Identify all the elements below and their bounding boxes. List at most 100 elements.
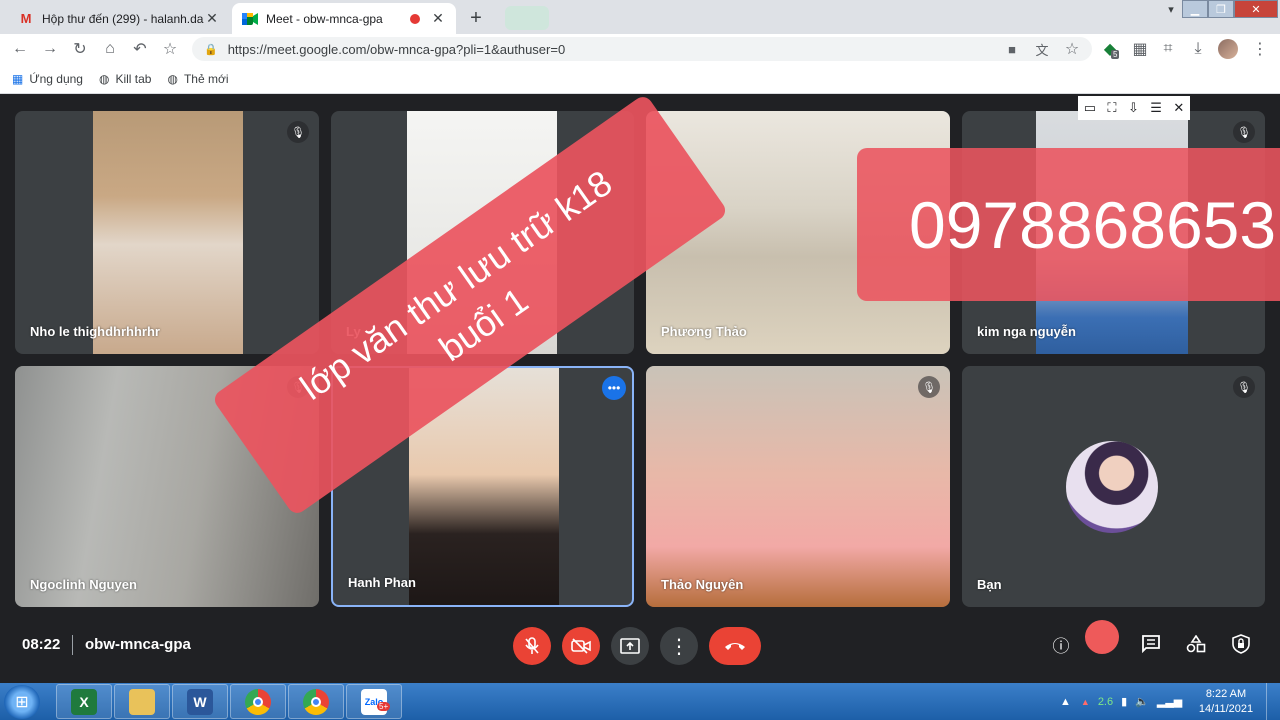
profile-avatar[interactable]	[1218, 39, 1238, 59]
more-options-button[interactable]: ⋮	[660, 627, 698, 665]
host-controls-icon[interactable]	[1228, 631, 1254, 657]
avatar	[1066, 441, 1158, 533]
close-tab-icon[interactable]: ✕	[204, 10, 220, 27]
bookmark-apps[interactable]: ▦ Ứng dụng	[12, 72, 83, 86]
globe-icon: ◍	[167, 71, 178, 86]
meeting-time: 08:22	[22, 636, 61, 653]
more-vert-icon: ⋮	[669, 635, 689, 658]
camera-off-icon	[571, 638, 591, 654]
window-close-button[interactable]: ✕	[1234, 0, 1278, 18]
maximize-button[interactable]: ❐	[1208, 0, 1234, 18]
extension-badge: 5	[1111, 50, 1120, 59]
volume-icon[interactable]: 🔈	[1135, 695, 1149, 708]
tab-preview-thumbnail	[505, 6, 549, 30]
star-icon[interactable]: ☆	[1062, 39, 1082, 59]
crop-icon[interactable]: ⌗	[1158, 39, 1178, 59]
reload-icon[interactable]: ↻	[70, 39, 90, 59]
download-icon[interactable]: ⇩	[1128, 100, 1139, 116]
pip-icon[interactable]: ▭	[1084, 100, 1096, 116]
mic-muted-icon: 🎙	[918, 376, 940, 398]
menu-kebab-icon[interactable]: ⋮	[1250, 39, 1270, 59]
close-icon[interactable]: ✕	[1173, 100, 1184, 116]
participant-tile[interactable]: 🎙 Thảo Nguyên	[646, 366, 950, 607]
mic-muted-icon: 🎙	[287, 121, 309, 143]
participant-name: Bạn	[977, 577, 1002, 592]
excel-icon: X	[71, 688, 97, 715]
windows-taskbar: ⊞ X W Zalo 5+ ▲ ▲ 2.6 ▮ 🔈 ▂▃▅ 8:22 AM 14…	[0, 683, 1280, 720]
extension-shield-icon[interactable]: ◆ 5	[1100, 39, 1120, 59]
phone-number-overlay: 0978868653	[857, 148, 1280, 301]
mic-muted-icon: 🎙	[1233, 376, 1255, 398]
new-tab-button[interactable]: +	[462, 4, 490, 32]
translate-icon[interactable]: 文	[1032, 39, 1052, 59]
mic-toggle-button[interactable]	[513, 627, 551, 665]
back-arrow-icon[interactable]: ←	[10, 39, 30, 59]
taskbar-app-chrome-2[interactable]	[288, 684, 344, 719]
divider	[72, 635, 73, 655]
camera-icon[interactable]: ■	[1002, 39, 1022, 59]
meeting-controls-bar: 08:22 obw-mnca-gpa ⋮ ⓘ	[0, 620, 1280, 683]
show-hidden-icons-icon[interactable]: ▲	[1060, 696, 1071, 708]
meeting-code: obw-mnca-gpa	[85, 636, 191, 653]
leave-call-button[interactable]	[709, 627, 761, 665]
address-bar[interactable]: 🔒 https://meet.google.com/obw-mnca-gpa?p…	[192, 37, 1092, 61]
folder-icon	[129, 688, 155, 715]
close-tab-icon[interactable]: ✕	[430, 10, 446, 27]
people-count-badge[interactable]	[1085, 620, 1119, 654]
globe-icon: ◍	[98, 71, 110, 86]
camera-toggle-button[interactable]	[562, 627, 600, 665]
forward-arrow-icon[interactable]: →	[40, 39, 60, 59]
taskbar-app-explorer[interactable]	[114, 684, 170, 719]
extensions-puzzle-icon[interactable]: ▦	[1130, 39, 1150, 59]
taskbar-app-zalo[interactable]: Zalo 5+	[346, 684, 402, 719]
windows-logo-icon: ⊞	[15, 694, 29, 711]
url-text: https://meet.google.com/obw-mnca-gpa?pli…	[227, 41, 566, 57]
download-icon[interactable]: ⤓	[1188, 39, 1208, 59]
browser-toolbar: ← → ↻ ⌂ ↶ ☆ 🔒 https://meet.google.com/ob…	[0, 34, 1280, 64]
home-icon[interactable]: ⌂	[100, 39, 120, 59]
tab-gmail[interactable]: M Hộp thư đến (299) - halanh.dana ✕	[8, 3, 230, 34]
participant-name: kim nga nguyễn	[977, 324, 1076, 339]
phone-number: 0978868653	[909, 187, 1277, 262]
bookmarks-bar: ▦ Ứng dụng ◍ Kill tab ◍ Thẻ mới	[0, 64, 1280, 94]
zalo-badge: 5+	[377, 702, 391, 711]
bookmark-label: Thẻ mới	[183, 71, 229, 86]
chrome-icon	[245, 688, 271, 715]
more-options-icon[interactable]: •••	[602, 376, 626, 400]
undo-icon[interactable]: ↶	[130, 39, 150, 59]
apps-grid-icon: ▦	[12, 71, 24, 86]
tab-search-icon[interactable]: ▾	[1162, 0, 1180, 18]
fullscreen-icon[interactable]: ⛶	[1107, 100, 1116, 116]
participant-tile[interactable]: 🎙 Nho le thighdhrhhrhr	[15, 111, 319, 354]
mic-muted-icon: 🎙	[1233, 121, 1255, 143]
bookmark-kill-tab[interactable]: ◍ Kill tab	[99, 72, 152, 86]
taskbar-app-excel[interactable]: X	[56, 684, 112, 719]
participant-name: Thảo Nguyên	[661, 577, 744, 592]
minimize-button[interactable]: ▁	[1182, 0, 1208, 18]
bookmark-star-icon[interactable]: ☆	[160, 39, 180, 59]
chat-icon[interactable]	[1138, 631, 1164, 657]
present-screen-button[interactable]	[611, 627, 649, 665]
taskbar-clock[interactable]: 8:22 AM 14/11/2021	[1194, 687, 1258, 717]
tab-meet[interactable]: Meet - obw-mnca-gpa ✕	[232, 3, 456, 34]
start-button[interactable]: ⊞	[4, 685, 40, 719]
meet-icon	[242, 11, 258, 27]
bookmark-label: Kill tab	[115, 71, 152, 86]
gmail-icon: M	[20, 11, 32, 26]
system-tray: ▲ ▲ 2.6 ▮ 🔈 ▂▃▅	[1060, 683, 1182, 720]
participant-tile-self[interactable]: 🎙 Bạn	[962, 366, 1265, 607]
activities-icon[interactable]	[1183, 631, 1209, 657]
participant-name: Nho le thighdhrhhrhr	[30, 324, 160, 339]
lock-icon: 🔒	[204, 43, 218, 56]
show-desktop-button[interactable]	[1266, 683, 1280, 720]
participant-name: Phương Thảo	[661, 324, 747, 339]
word-icon: W	[187, 688, 213, 715]
signal-icon[interactable]: ▂▃▅	[1157, 695, 1182, 708]
power-icon[interactable]: ▮	[1121, 695, 1127, 708]
taskbar-app-word[interactable]: W	[172, 684, 228, 719]
taskbar-app-chrome[interactable]	[230, 684, 286, 719]
tab-title: Hộp thư đến (299) - halanh.dana	[42, 11, 204, 26]
bookmark-new-tab[interactable]: ◍ Thẻ mới	[167, 72, 228, 86]
menu-icon[interactable]: ☰	[1150, 100, 1162, 116]
meeting-details-icon[interactable]: ⓘ	[1048, 631, 1074, 657]
